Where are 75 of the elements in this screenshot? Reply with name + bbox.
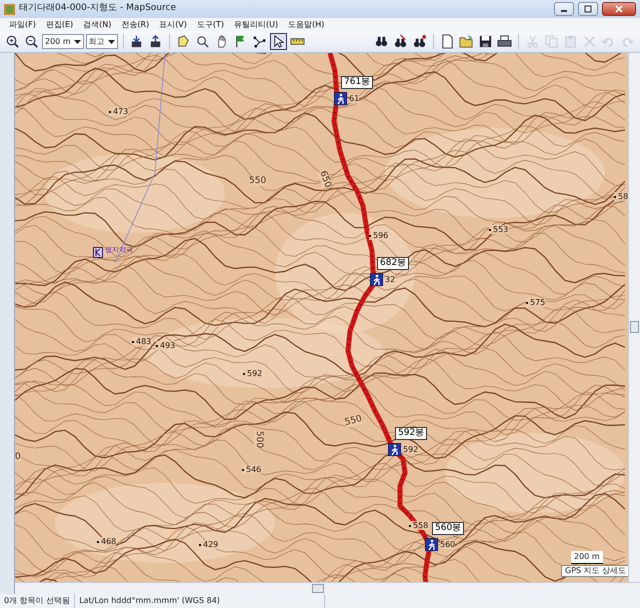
close-button[interactable] xyxy=(602,2,636,16)
spot-height-label: 483 xyxy=(132,337,152,346)
status-text: 0개 항목이 선택됨 xyxy=(0,594,76,608)
dropdown[interactable]: 200 m xyxy=(42,34,84,49)
route-icon xyxy=(252,34,268,49)
spot-height-label: 473 xyxy=(109,107,128,116)
caret-icon xyxy=(108,40,115,44)
menu-item[interactable]: 유틸리티(U) xyxy=(229,18,284,30)
contour-label: 0 xyxy=(15,453,21,462)
zoom-in-button[interactable] xyxy=(4,33,21,50)
zoom-out-button[interactable] xyxy=(23,33,40,50)
spot-height-label: 553 xyxy=(489,225,508,234)
folder-button[interactable] xyxy=(458,33,476,50)
map-name-label: GPS 지도 상세도 xyxy=(561,565,628,577)
scrollbar-thumb[interactable] xyxy=(630,321,639,333)
pharmacy-icon xyxy=(93,247,106,260)
magnifier-icon xyxy=(195,34,210,49)
waypoint-label: 761봉 xyxy=(341,76,374,89)
binoculars-icon xyxy=(393,34,408,49)
elevation-label: 560 xyxy=(440,540,456,549)
spot-height-label: 493 xyxy=(156,341,176,350)
status-text: Lat/Lon hddd°mm.mmm' (WGS 84) xyxy=(75,594,326,608)
printer-icon xyxy=(497,34,512,49)
horizontal-scrollbar[interactable] xyxy=(15,582,640,594)
menu-item[interactable]: 검색(N) xyxy=(78,18,116,30)
maximize-button[interactable] xyxy=(578,2,598,16)
waypoint-label: 682봉 xyxy=(377,257,410,270)
window-title: 태기다래04-000-지형도 - MapSource xyxy=(19,2,177,16)
app-icon xyxy=(4,4,15,14)
spot-height-label: 429 xyxy=(199,540,218,549)
copy-icon xyxy=(544,34,559,49)
elevation-label: 61 xyxy=(349,94,360,103)
contour-label: 500 xyxy=(254,430,264,448)
caret-icon xyxy=(74,40,81,44)
menu-item[interactable]: 표시(V) xyxy=(154,18,192,30)
dropdown[interactable]: 최고 xyxy=(86,34,118,49)
spot-height-label: 58 xyxy=(614,192,628,201)
scale-bar: 200 m xyxy=(571,551,603,564)
document-icon xyxy=(440,34,456,49)
spot-height-label: 575 xyxy=(526,298,546,307)
waypoint-label: 560봉 xyxy=(432,522,464,535)
menu-item[interactable]: 도구(T) xyxy=(192,18,230,30)
waypoint-label: 592봉 xyxy=(395,427,428,440)
binoculars-button[interactable] xyxy=(411,33,428,50)
vertical-scrollbar[interactable] xyxy=(628,53,640,582)
menu-item[interactable]: 편집(E) xyxy=(40,18,78,30)
spot-height-label: 596 xyxy=(369,231,388,240)
clipboard-icon xyxy=(563,34,578,49)
zoom-in-icon xyxy=(5,34,20,49)
spot-height-label: 558 xyxy=(409,521,428,530)
binoculars-icon xyxy=(374,34,390,49)
folder-icon xyxy=(459,34,474,49)
contour-label: 550 xyxy=(249,177,266,186)
spot-height-label: 592 xyxy=(243,369,262,378)
elevation-label: 32 xyxy=(385,275,396,284)
pointer-button[interactable] xyxy=(270,33,288,50)
hiker-icon[interactable] xyxy=(388,443,401,456)
minimize-button[interactable] xyxy=(554,2,574,16)
binoculars-icon xyxy=(412,34,428,49)
hiker-icon[interactable] xyxy=(425,538,438,551)
cross-icon xyxy=(582,34,597,49)
scissors-icon xyxy=(525,34,540,49)
spot-height-label: 546 xyxy=(242,465,262,474)
menu-item[interactable]: 도움말(H) xyxy=(283,18,330,30)
hiker-icon[interactable] xyxy=(334,92,347,105)
hiker-icon[interactable] xyxy=(370,273,383,286)
menu-item[interactable]: 파일(F) xyxy=(4,18,41,30)
scrollbar-thumb[interactable] xyxy=(312,584,324,593)
elevation-label: 592 xyxy=(403,445,418,454)
menu-item[interactable]: 전송(R) xyxy=(116,18,154,30)
zoom-out-icon xyxy=(24,34,39,49)
spot-height-label: 468 xyxy=(97,537,116,546)
maximize-icon xyxy=(584,5,592,13)
polygon-icon xyxy=(176,34,192,49)
close-icon xyxy=(615,5,623,13)
